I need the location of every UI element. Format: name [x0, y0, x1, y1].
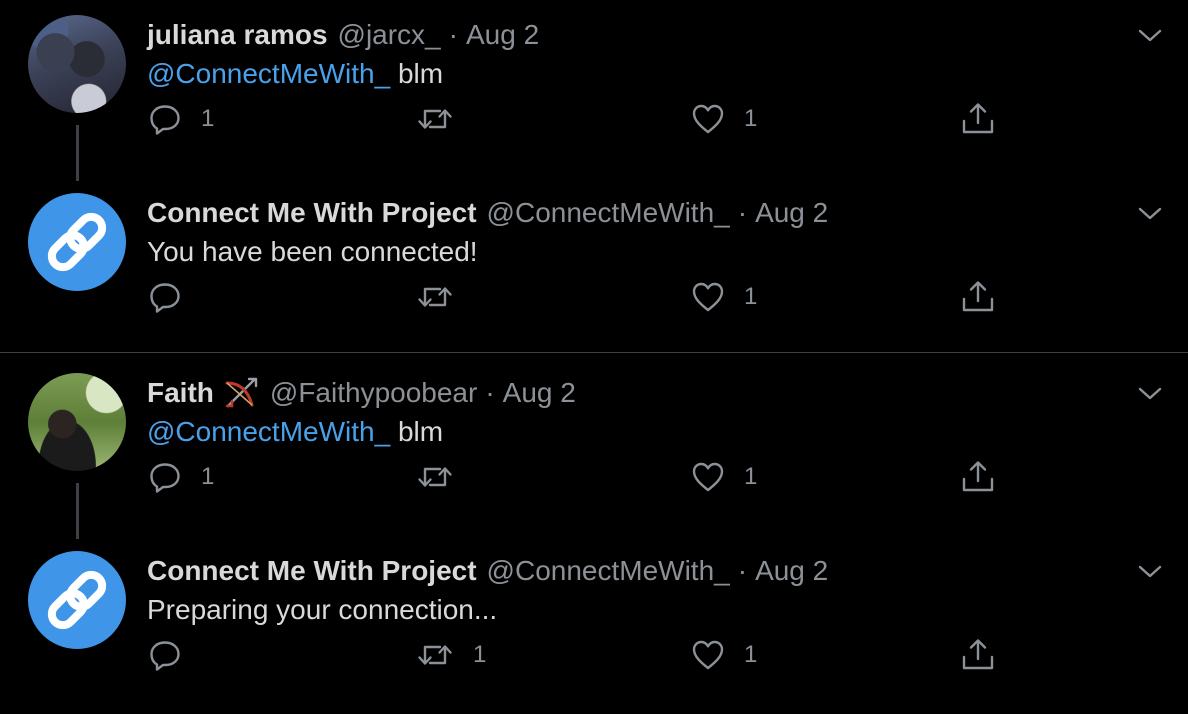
tweet-text-content: blm	[390, 416, 444, 447]
reply-button[interactable]: 1	[147, 455, 214, 499]
retweet-icon	[418, 109, 452, 129]
tweet-header: Connect Me With Project @ConnectMeWith_ …	[147, 194, 828, 232]
display-name[interactable]: juliana ramos	[147, 19, 328, 51]
chevron-down-icon[interactable]	[1133, 558, 1167, 586]
retweet-count: 1	[473, 641, 487, 668]
tweet-text: @ConnectMeWith_ blm	[147, 58, 443, 90]
tweet[interactable]: juliana ramos @jarcx_ · Aug 2 @ConnectMe…	[0, 0, 1188, 181]
reply-button[interactable]	[147, 633, 201, 677]
reply-count: 1	[201, 105, 215, 132]
share-icon	[962, 461, 994, 492]
reply-icon	[150, 641, 180, 671]
tweet-actions: 1 1	[0, 633, 1188, 677]
display-name[interactable]: Connect Me With Project	[147, 555, 477, 587]
tweet-header: juliana ramos @jarcx_ · Aug 2	[147, 16, 539, 54]
like-count: 1	[744, 105, 758, 132]
like-button[interactable]: 1	[690, 97, 757, 141]
user-handle[interactable]: @ConnectMeWith_	[487, 555, 730, 587]
separator-dot: ·	[485, 377, 495, 408]
share-icon	[962, 281, 994, 312]
thread-divider	[0, 352, 1188, 353]
display-name[interactable]: Connect Me With Project	[147, 197, 477, 229]
tweet-timestamp[interactable]: Aug 2	[503, 377, 576, 409]
like-count: 1	[744, 283, 758, 310]
chevron-down-icon[interactable]	[1133, 200, 1167, 228]
tweet-timestamp[interactable]: Aug 2	[755, 555, 828, 587]
user-handle[interactable]: @jarcx_	[338, 19, 441, 51]
heart-icon	[692, 640, 724, 670]
heart-icon	[692, 282, 724, 312]
user-handle[interactable]: @ConnectMeWith_	[487, 197, 730, 229]
heart-icon	[692, 462, 724, 492]
tweet-header: Faith @Faithypoobear · Aug 2	[147, 374, 576, 412]
reply-button[interactable]	[147, 275, 201, 319]
reply-count: 1	[201, 463, 215, 490]
retweet-button[interactable]	[415, 455, 473, 499]
tweet-timestamp[interactable]: Aug 2	[466, 19, 539, 51]
retweet-icon	[418, 467, 452, 487]
separator-dot: ·	[448, 19, 458, 50]
display-name[interactable]: Faith	[147, 377, 214, 409]
retweet-button[interactable]: 1	[415, 633, 486, 677]
reply-icon	[150, 283, 180, 313]
share-button[interactable]	[958, 275, 998, 319]
like-button[interactable]: 1	[690, 455, 757, 499]
share-icon	[962, 639, 994, 670]
tweet[interactable]: Connect Me With Project @ConnectMeWith_ …	[0, 536, 1188, 714]
retweet-button[interactable]	[415, 97, 473, 141]
share-button[interactable]	[958, 633, 998, 677]
retweet-button[interactable]	[415, 275, 473, 319]
tweet-text: You have been connected!	[147, 236, 478, 267]
reply-icon	[150, 105, 180, 135]
tweet[interactable]: Faith @Faithypoobear · Aug 2 @ConnectMeW…	[0, 358, 1188, 539]
tweet-actions: 1 1	[0, 455, 1188, 499]
like-count: 1	[744, 463, 758, 490]
share-icon	[962, 103, 994, 134]
reply-button[interactable]: 1	[147, 97, 214, 141]
separator-dot: ·	[737, 197, 748, 228]
share-button[interactable]	[958, 97, 998, 141]
separator-dot: ·	[737, 555, 748, 586]
like-button[interactable]: 1	[690, 633, 757, 677]
chevron-down-icon[interactable]	[1133, 380, 1167, 408]
tweet-text: @ConnectMeWith_ blm	[147, 416, 443, 448]
tweet-header: Connect Me With Project @ConnectMeWith_ …	[147, 552, 828, 590]
tweet-text: Preparing your connection...	[147, 594, 498, 625]
like-count: 1	[744, 641, 758, 668]
user-handle[interactable]: @Faithypoobear	[270, 377, 477, 409]
chevron-down-icon[interactable]	[1133, 22, 1167, 50]
like-button[interactable]: 1	[690, 275, 757, 319]
tweet-actions: 1 1	[0, 97, 1188, 141]
reply-icon	[150, 463, 180, 493]
mention-link[interactable]: @ConnectMeWith_	[147, 416, 390, 447]
bow-and-arrow-emoji	[224, 375, 260, 411]
retweet-icon	[418, 645, 452, 665]
tweet-text-content: blm	[390, 58, 444, 89]
tweet-timestamp[interactable]: Aug 2	[755, 197, 828, 229]
heart-icon	[692, 104, 724, 134]
share-button[interactable]	[958, 455, 998, 499]
mention-link[interactable]: @ConnectMeWith_	[147, 58, 390, 89]
tweet[interactable]: Connect Me With Project @ConnectMeWith_ …	[0, 178, 1188, 356]
retweet-icon	[418, 287, 452, 307]
tweet-actions: 1	[0, 275, 1188, 319]
